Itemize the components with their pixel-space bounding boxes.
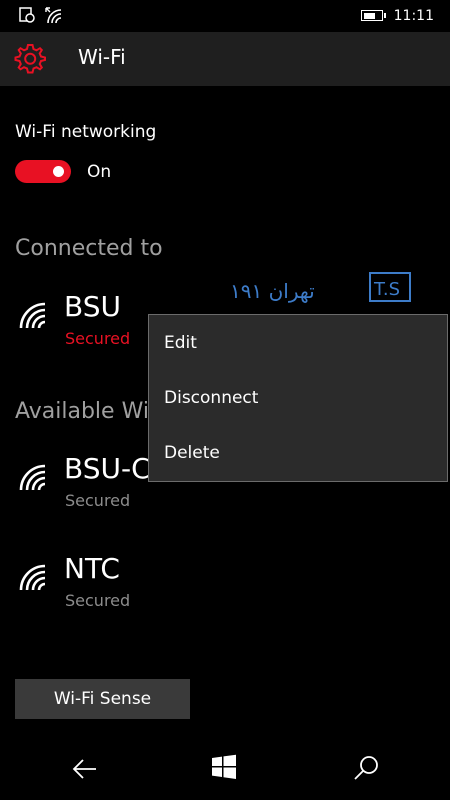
network-name: BSU	[64, 290, 121, 323]
clock: 11:11	[393, 8, 434, 24]
network-status: Secured	[65, 329, 131, 348]
toggle-state-label: On	[87, 162, 112, 182]
menu-item-edit[interactable]: Edit	[164, 333, 197, 353]
battery-icon	[361, 10, 386, 21]
network-name: NTC	[64, 552, 120, 585]
search-icon[interactable]	[352, 754, 380, 782]
wifi-networking-label: Wi-Fi networking	[15, 122, 157, 142]
windows-start-icon[interactable]	[211, 754, 237, 780]
watermark-logo: تهران ۱۹۱ T.S	[230, 272, 411, 303]
wifi-sense-button[interactable]: Wi-Fi Sense	[15, 679, 190, 719]
menu-item-delete[interactable]: Delete	[164, 443, 220, 463]
svg-text:T.S: T.S	[373, 279, 400, 300]
status-bar: 11:11	[0, 0, 450, 32]
wifi-signal-icon	[19, 302, 46, 329]
back-icon[interactable]	[70, 754, 100, 784]
wifi-signal-icon	[45, 7, 62, 24]
wifi-signal-icon	[19, 464, 46, 491]
gear-icon	[14, 44, 46, 74]
available-header: Available Wi-	[15, 399, 157, 424]
svg-text:تهران ۱۹۱: تهران ۱۹۱	[230, 279, 315, 303]
menu-item-disconnect[interactable]: Disconnect	[164, 388, 258, 408]
network-status: Secured	[65, 491, 131, 510]
battery-level-fill	[363, 12, 375, 19]
wifi-signal-icon	[19, 564, 46, 591]
network-name: BSU-C	[64, 452, 151, 485]
toggle-knob	[53, 166, 64, 177]
connected-to-header: Connected to	[15, 236, 163, 261]
page-title: Wi-Fi	[78, 45, 126, 69]
network-status: Secured	[65, 591, 131, 610]
navigation-bar	[0, 740, 450, 800]
context-menu: Edit Disconnect Delete	[148, 314, 448, 482]
available-network-item[interactable]: NTC Secured	[18, 552, 318, 612]
app-bar: Wi-Fi	[0, 32, 450, 86]
wifi-toggle[interactable]	[15, 160, 71, 183]
notification-icon	[19, 7, 35, 23]
